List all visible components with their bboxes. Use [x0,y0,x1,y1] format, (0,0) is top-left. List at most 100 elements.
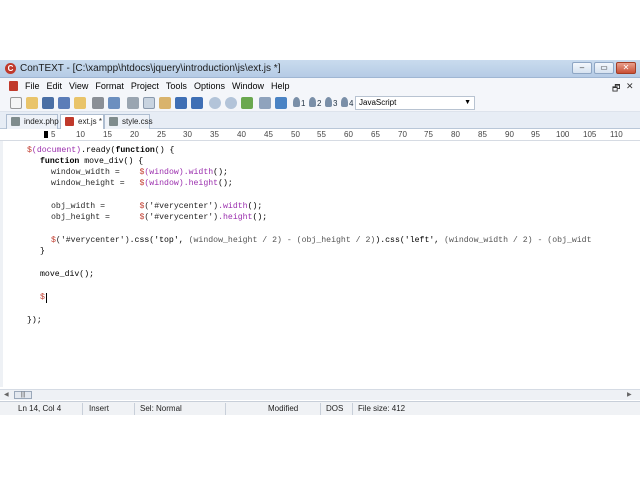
title-bar: C ConTEXT - [C:\xampp\htdocs\jquery\intr… [0,60,640,78]
status-divider [352,403,353,415]
code-line: } [40,247,45,256]
close-button[interactable]: ✕ [616,62,636,74]
selection-mode: Sel: Normal [140,404,182,413]
menu-help[interactable]: Help [271,81,290,91]
code-line: obj_width = $('#verycenter').width(); [51,202,263,211]
ruler-label: 60 [344,130,353,139]
menu-format[interactable]: Format [95,81,124,91]
code-line: }); [27,316,42,325]
status-divider [134,403,135,415]
copy-icon[interactable] [143,97,155,109]
find-icon[interactable] [209,97,221,109]
maximize-button[interactable]: ▭ [594,62,614,74]
ruler-label: 95 [531,130,540,139]
tab-label: ext.js * [78,117,103,126]
redo-icon[interactable] [191,97,203,109]
document-icon[interactable] [9,81,18,91]
status-bar: Ln 14, Col 4 Insert Sel: Normal Modified… [0,401,640,415]
ruler-cursor-marker [44,131,48,138]
ruler-label: 50 [291,130,300,139]
code-line: window_width = $(window).width(); [51,168,228,177]
horizontal-scrollbar[interactable]: ◀ ||| ▶ [0,389,640,400]
ruler-label: 45 [264,130,273,139]
ruler-label: 15 [103,130,112,139]
toolbar: 1 2 3 4 JavaScript ▼ [0,94,640,112]
ruler-label: 100 [556,130,570,139]
top-letterbox [0,0,640,60]
ruler-label: 20 [130,130,139,139]
print-preview-icon[interactable] [108,97,120,109]
ruler-label: 30 [183,130,192,139]
menu-project[interactable]: Project [131,81,159,91]
menu-edit[interactable]: Edit [47,81,63,91]
print-icon[interactable] [92,97,104,109]
bottom-letterbox [0,415,640,480]
cursor-position: Ln 14, Col 4 [18,404,62,413]
status-divider [320,403,321,415]
menu-window[interactable]: Window [232,81,264,91]
ruler-label: 65 [371,130,380,139]
code-line: move_div(); [40,270,95,279]
line-ending-format: DOS [326,404,344,413]
php-file-icon [11,117,20,126]
ruler: 5 10 15 20 25 30 35 40 45 50 55 60 65 70… [0,129,640,141]
menu-bar: File Edit View Format Project Tools Opti… [0,78,640,94]
ruler-label: 10 [76,130,85,139]
ruler-label: 90 [505,130,514,139]
tab-ext-js[interactable]: ext.js * [60,114,104,129]
ruler-label: 105 [583,130,597,139]
ruler-label: 25 [157,130,166,139]
language-select-value: JavaScript [359,98,397,107]
modified-indicator: Modified [268,404,299,413]
code-line: function move_div() { [40,157,144,166]
word-wrap-icon[interactable] [259,97,271,109]
user-command-2-icon[interactable]: 2 [309,97,323,109]
language-select[interactable]: JavaScript ▼ [355,96,475,110]
ruler-label: 5 [51,130,56,139]
open-folder-icon[interactable] [74,97,86,109]
scrollbar-thumb[interactable]: ||| [14,391,32,399]
menu-items: File Edit View Format Project Tools Opti… [25,81,290,91]
menu-options[interactable]: Options [194,81,225,91]
paste-icon[interactable] [159,97,171,109]
menu-view[interactable]: View [69,81,88,91]
code-line: $('#verycenter').css('top', (window_heig… [51,236,592,245]
user-command-1-icon[interactable]: 1 [293,97,307,109]
css-file-icon [109,117,118,126]
scroll-right-icon[interactable]: ▶ [627,391,632,398]
ruler-label: 75 [424,130,433,139]
file-size: File size: 412 [358,404,406,413]
tab-bar: index.php ext.js * style.css [0,112,640,129]
replace-icon[interactable] [241,97,253,109]
new-file-icon[interactable] [10,97,22,109]
tools-icon[interactable] [275,97,287,109]
tab-style-css[interactable]: style.css [104,114,153,129]
save-icon[interactable] [42,97,54,109]
find-next-icon[interactable] [225,97,237,109]
chevron-down-icon: ▼ [464,99,471,106]
mdi-close-button[interactable]: ✕ [626,81,634,92]
tab-index-php[interactable]: index.php [6,114,59,129]
ruler-label: 70 [398,130,407,139]
code-editor[interactable]: $(document).ready(function() { function … [0,141,636,387]
user-command-3-icon[interactable]: 3 [325,97,339,109]
ruler-label: 80 [451,130,460,139]
save-all-icon[interactable] [58,97,70,109]
scroll-left-icon[interactable]: ◀ [4,391,9,398]
open-file-icon[interactable] [26,97,38,109]
cut-icon[interactable] [127,97,139,109]
ruler-label: 85 [478,130,487,139]
status-divider [225,403,226,415]
menu-file[interactable]: File [25,81,40,91]
ruler-label: 55 [317,130,326,139]
user-command-4-icon[interactable]: 4 [341,97,355,109]
ruler-label: 110 [610,130,623,139]
code-line: obj_height = $('#verycenter').height(); [51,213,268,222]
minimize-button[interactable]: – [572,62,592,74]
undo-icon[interactable] [175,97,187,109]
menu-tools[interactable]: Tools [166,81,187,91]
tab-label: style.css [122,117,153,126]
code-line: window_height = $(window).height(); [51,179,233,188]
app-icon: C [5,63,16,74]
status-divider [82,403,83,415]
